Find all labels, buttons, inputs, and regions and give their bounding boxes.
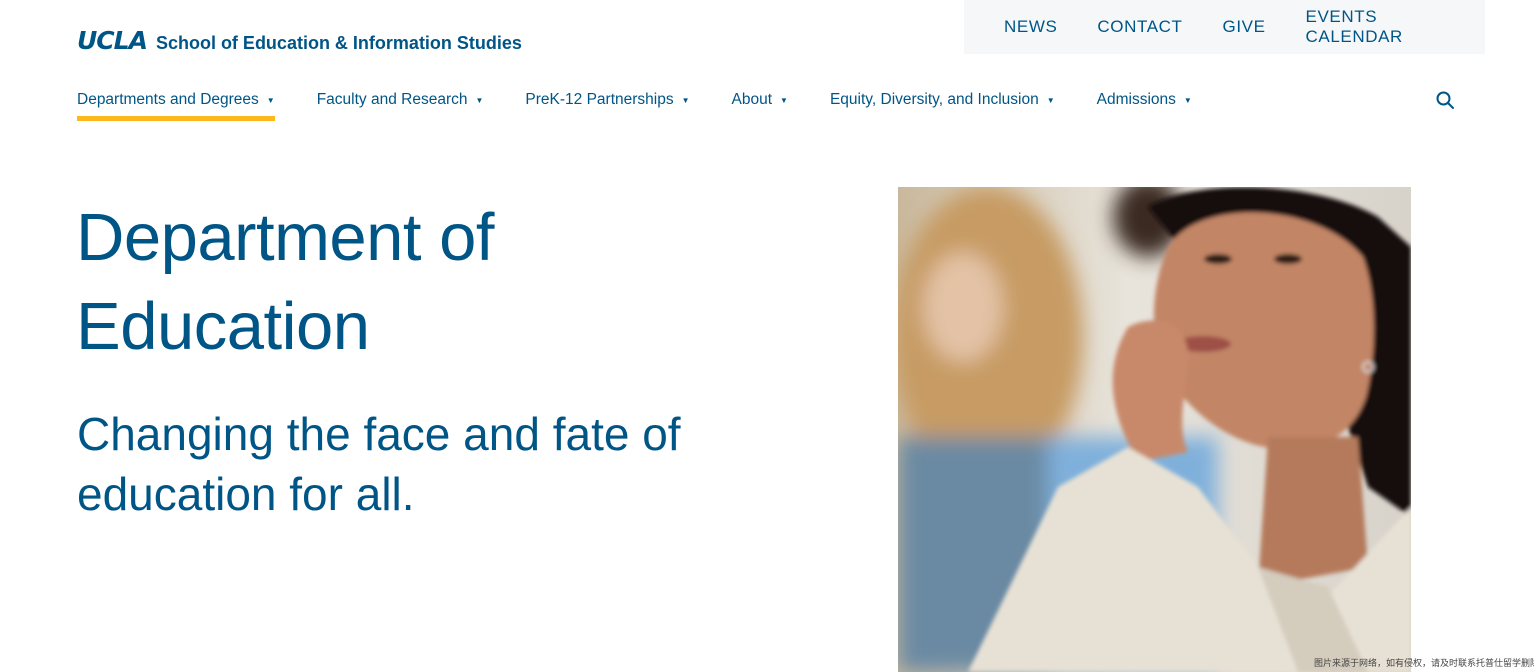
- hero-photo: [898, 187, 1411, 672]
- nav-item-label: PreK-12 Partnerships: [525, 91, 674, 108]
- utility-link-contact[interactable]: CONTACT: [1097, 17, 1182, 37]
- page-title-line-2: Education: [76, 289, 370, 364]
- caret-down-icon: ▼: [1046, 95, 1055, 105]
- ucla-wordmark: UCLA: [77, 26, 148, 55]
- caret-down-icon: ▼: [681, 95, 690, 105]
- nav-item-departments-and-degrees[interactable]: Departments and Degrees ▼: [77, 88, 275, 121]
- utility-link-events-calendar[interactable]: EVENTS CALENDAR: [1306, 7, 1453, 47]
- caret-down-icon: ▼: [266, 95, 275, 105]
- nav-item-label: Faculty and Research: [316, 91, 468, 108]
- utility-link-news[interactable]: NEWS: [1004, 17, 1057, 37]
- caret-down-icon: ▼: [475, 95, 484, 105]
- nav-item-label: Equity, Diversity, and Inclusion: [829, 91, 1039, 108]
- utility-nav: NEWS CONTACT GIVE EVENTS CALENDAR: [964, 0, 1485, 54]
- site-logo[interactable]: UCLA School of Education & Information S…: [77, 26, 522, 55]
- nav-item-faculty-and-research[interactable]: Faculty and Research ▼: [317, 88, 484, 112]
- nav-item-about[interactable]: About ▼: [732, 88, 788, 112]
- hero-tagline: Changing the face and fate of education …: [77, 404, 717, 524]
- hero-tagline-line-1: Changing the face and fate of: [77, 408, 681, 460]
- page-title-line-1: Department of: [76, 200, 495, 275]
- nav-item-label: About: [731, 91, 773, 108]
- watermark-text: 图片来源于网络，如有侵权，请及时联系托普仕留学删除: [1314, 658, 1534, 668]
- caret-down-icon: ▼: [1183, 95, 1192, 105]
- search-icon[interactable]: [1434, 89, 1456, 111]
- nav-item-label: Departments and Degrees: [77, 91, 259, 108]
- hero-tagline-line-2: education for all.: [77, 468, 415, 520]
- school-name: School of Education & Information Studie…: [155, 33, 522, 53]
- caret-down-icon: ▼: [780, 95, 788, 105]
- utility-link-give[interactable]: GIVE: [1223, 17, 1266, 37]
- nav-item-prek-12-partnerships[interactable]: PreK-12 Partnerships ▼: [525, 88, 689, 112]
- page-title: Department of Education: [76, 193, 495, 371]
- main-nav: Departments and Degrees ▼ Faculty and Re…: [77, 88, 1234, 121]
- student-photo-illustration: [898, 187, 1411, 672]
- nav-item-equity-diversity-inclusion[interactable]: Equity, Diversity, and Inclusion ▼: [830, 88, 1055, 112]
- nav-item-label: Admissions: [1096, 91, 1176, 108]
- nav-item-admissions[interactable]: Admissions ▼: [1097, 88, 1192, 112]
